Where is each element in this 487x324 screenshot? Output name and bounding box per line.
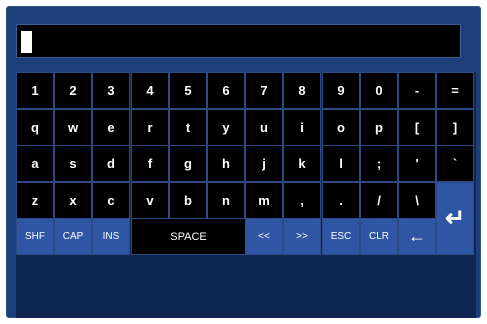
- cursor-right-key[interactable]: >>: [283, 218, 321, 255]
- shift-key[interactable]: SHF: [16, 218, 54, 255]
- key-h[interactable]: h: [207, 145, 245, 182]
- key-equals[interactable]: =: [436, 72, 474, 109]
- insert-key[interactable]: INS: [92, 218, 130, 255]
- key-left-bracket[interactable]: [: [398, 109, 436, 146]
- key-q[interactable]: q: [16, 109, 54, 146]
- key-3[interactable]: 3: [92, 72, 130, 109]
- backspace-arrow-icon: ←: [408, 226, 426, 246]
- key-t[interactable]: t: [169, 109, 207, 146]
- key-period[interactable]: .: [322, 182, 360, 219]
- key-j[interactable]: j: [245, 145, 283, 182]
- enter-return-icon: ↵: [444, 205, 466, 232]
- key-b[interactable]: b: [169, 182, 207, 219]
- key-e[interactable]: e: [92, 109, 130, 146]
- key-8[interactable]: 8: [283, 72, 321, 109]
- key-c[interactable]: c: [92, 182, 130, 219]
- key-slash[interactable]: /: [360, 182, 398, 219]
- key-l[interactable]: l: [322, 145, 360, 182]
- key-6[interactable]: 6: [207, 72, 245, 109]
- enter-key[interactable]: ↵: [436, 182, 474, 255]
- key-s[interactable]: s: [54, 145, 92, 182]
- key-7[interactable]: 7: [245, 72, 283, 109]
- key-g[interactable]: g: [169, 145, 207, 182]
- space-key[interactable]: SPACE: [131, 218, 246, 255]
- backspace-key[interactable]: ←: [398, 218, 436, 255]
- key-v[interactable]: v: [131, 182, 169, 219]
- caps-lock-key[interactable]: CAP: [54, 218, 92, 255]
- key-comma[interactable]: ,: [283, 182, 321, 219]
- key-f[interactable]: f: [131, 145, 169, 182]
- key-w[interactable]: w: [54, 109, 92, 146]
- key-p[interactable]: p: [360, 109, 398, 146]
- key-minus[interactable]: -: [398, 72, 436, 109]
- key-1[interactable]: 1: [16, 72, 54, 109]
- key-a[interactable]: a: [16, 145, 54, 182]
- key-u[interactable]: u: [245, 109, 283, 146]
- key-n[interactable]: n: [207, 182, 245, 219]
- key-9[interactable]: 9: [322, 72, 360, 109]
- key-o[interactable]: o: [322, 109, 360, 146]
- key-r[interactable]: r: [131, 109, 169, 146]
- key-z[interactable]: z: [16, 182, 54, 219]
- key-backslash[interactable]: \: [398, 182, 436, 219]
- keyboard-grid: 1 2 3 4 5 6 7 8 9 0- = q w e r t y u i o p[] a s d f g h j k l; ' ` z x c v…: [16, 72, 476, 318]
- key-0[interactable]: 0: [360, 72, 398, 109]
- cursor-left-key[interactable]: <<: [245, 218, 283, 255]
- key-m[interactable]: m: [245, 182, 283, 219]
- key-2[interactable]: 2: [54, 72, 92, 109]
- key-semicolon[interactable]: ;: [360, 145, 398, 182]
- key-y[interactable]: y: [207, 109, 245, 146]
- text-cursor: [21, 31, 32, 53]
- escape-key[interactable]: ESC: [322, 218, 360, 255]
- key-backtick[interactable]: `: [436, 145, 474, 182]
- key-k[interactable]: k: [283, 145, 321, 182]
- key-x[interactable]: x: [54, 182, 92, 219]
- key-i[interactable]: i: [283, 109, 321, 146]
- key-quote[interactable]: ': [398, 145, 436, 182]
- clear-key[interactable]: CLR: [360, 218, 398, 255]
- key-d[interactable]: d: [92, 145, 130, 182]
- key-5[interactable]: 5: [169, 72, 207, 109]
- key-right-bracket[interactable]: ]: [436, 109, 474, 146]
- text-input-field[interactable]: [16, 24, 461, 58]
- key-4[interactable]: 4: [131, 72, 169, 109]
